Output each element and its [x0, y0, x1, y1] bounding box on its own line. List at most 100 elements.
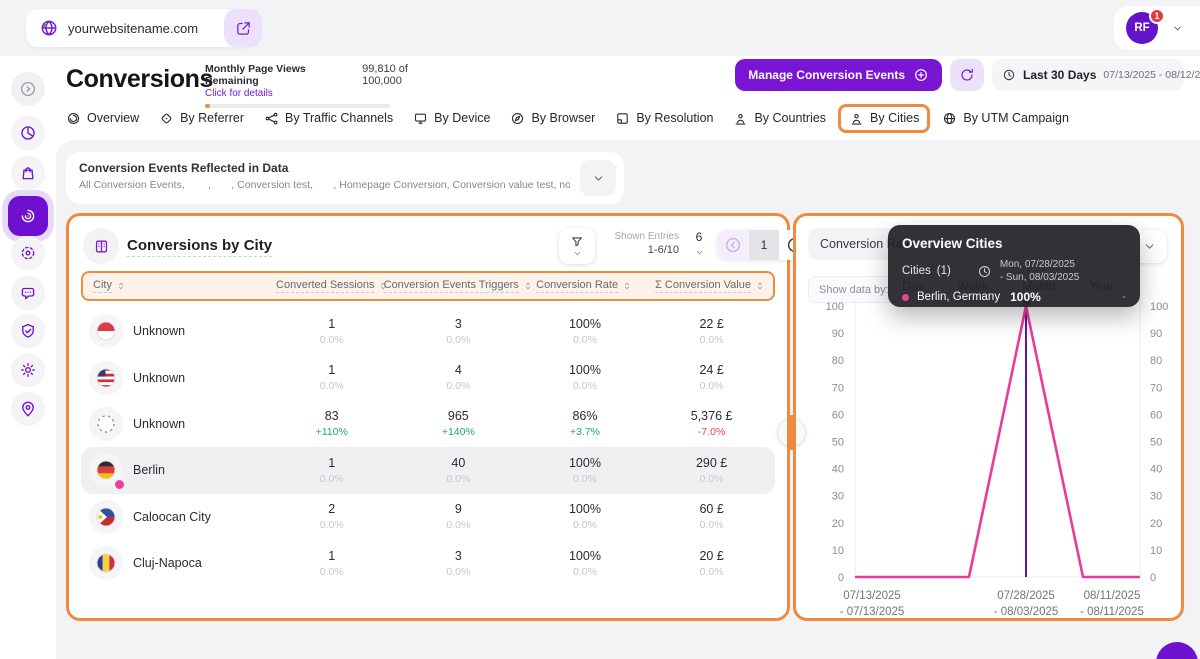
- table-filter-button[interactable]: [559, 228, 595, 264]
- metric-cell: 100%0.0%: [522, 549, 649, 578]
- cell-delta: 0.0%: [395, 380, 522, 392]
- metric-cell: 30.0%: [395, 317, 522, 346]
- svg-text:50: 50: [832, 437, 844, 449]
- city-name: Unknown: [133, 324, 185, 338]
- sidebar-item-settings-gear[interactable]: [11, 353, 45, 387]
- sort-icon: [116, 281, 126, 291]
- date-range-picker[interactable]: Last 30 Days 07/13/2025 - 08/12/2025: [992, 59, 1184, 91]
- events-bar-expand-button[interactable]: [580, 160, 616, 196]
- column-header--conversion-value[interactable]: Σ Conversion Value: [647, 279, 773, 293]
- quota-value: 99,810 of 100,000: [362, 63, 445, 87]
- tab-by-referrer[interactable]: By Referrer: [159, 111, 244, 126]
- shown-entries: Shown Entries 1-6/10: [603, 231, 679, 256]
- column-label: City: [93, 279, 112, 293]
- svg-text:10: 10: [832, 545, 844, 557]
- table-row-unknown[interactable]: Unknown10.0%30.0%100%0.0%22 £0.0%: [81, 308, 775, 354]
- metric-cell: 30.0%: [395, 549, 522, 578]
- table-row-cluj-napoca[interactable]: Cluj-Napoca10.0%30.0%100%0.0%20 £0.0%: [81, 540, 775, 586]
- open-website-button[interactable]: [224, 9, 262, 47]
- cell-delta: 0.0%: [648, 380, 775, 392]
- tooltip-group-count: (1): [937, 265, 951, 277]
- overview-icon: [66, 111, 81, 126]
- tab-by-cities[interactable]: By Cities: [838, 104, 930, 133]
- table-row-caloocan-city[interactable]: Caloocan City20.0%90.0%100%0.0%60 £0.0%: [81, 494, 775, 540]
- quota-label: Monthly Page Views Remaining: [205, 63, 352, 87]
- tabs-nav: Overview By Referrer By Traffic Channels By…: [66, 103, 1069, 133]
- cell-value: 100%: [522, 456, 649, 470]
- tab-by-device[interactable]: By Device: [413, 111, 490, 126]
- floating-action-button[interactable]: [1156, 642, 1198, 659]
- column-header-city[interactable]: City: [83, 279, 269, 293]
- manage-conversion-events-button[interactable]: Manage Conversion Events: [735, 59, 942, 91]
- clock-icon: [977, 264, 992, 279]
- sidebar-item-shopping-bag[interactable]: [11, 156, 45, 190]
- tab-label: By Resolution: [636, 111, 713, 125]
- target-icon: [19, 244, 37, 262]
- sidebar-item-target[interactable]: [11, 236, 45, 270]
- column-header-conversion-rate[interactable]: Conversion Rate: [521, 279, 647, 293]
- refresh-button[interactable]: [950, 59, 984, 91]
- notification-badge: 1: [1149, 8, 1165, 24]
- tooltip-date-range: Mon, 07/28/2025 - Sun, 08/03/2025: [1000, 258, 1080, 284]
- previous-page-button[interactable]: [717, 230, 749, 260]
- tab-by-resolution[interactable]: By Resolution: [615, 111, 713, 126]
- table-row-unknown[interactable]: Unknown83+110%965+140%86%+3.7%5,376 £-7.…: [81, 401, 775, 447]
- cell-value: 24 £: [648, 363, 775, 377]
- column-header-converted-sessions[interactable]: Converted Sessions: [269, 279, 395, 293]
- sort-icon: [755, 281, 765, 291]
- sidebar-item-collapse[interactable]: [11, 72, 45, 106]
- conversion-rate-chart[interactable]: 0010102020303040405050606070708080909010…: [796, 294, 1181, 621]
- cell-delta: +140%: [395, 426, 522, 438]
- location-pin-icon: [19, 400, 37, 418]
- tab-by-browser[interactable]: By Browser: [510, 111, 595, 126]
- series-color-dot: [902, 294, 909, 301]
- sidebar-item-shield-check[interactable]: [11, 314, 45, 348]
- utm-campaign-icon: [942, 111, 957, 126]
- sidebar-item-pie-chart[interactable]: [11, 116, 45, 150]
- tooltip-date-line1: Mon, 07/28/2025: [1000, 259, 1075, 270]
- table-body: Unknown10.0%30.0%100%0.0%22 £0.0%Unknown…: [81, 308, 775, 586]
- page-size-selector[interactable]: 6: [689, 230, 709, 262]
- table-row-berlin[interactable]: Berlin10.0%400.0%100%0.0%290 £0.0%: [81, 447, 775, 493]
- page-size-value: 6: [689, 230, 709, 244]
- cell-value: 86%: [522, 409, 649, 423]
- cell-delta: +110%: [268, 426, 395, 438]
- tab-by-traffic-channels[interactable]: By Traffic Channels: [264, 111, 393, 126]
- cell-value: 83: [268, 409, 395, 423]
- sidebar-item-conversions-spiral[interactable]: [8, 196, 48, 236]
- account-menu[interactable]: RF 1: [1114, 6, 1200, 50]
- tab-by-utm-campaign[interactable]: By UTM Campaign: [942, 111, 1069, 126]
- table-row-unknown[interactable]: Unknown10.0%40.0%100%0.0%24 £0.0%: [81, 354, 775, 400]
- cell-value: 3: [395, 549, 522, 563]
- external-link-icon: [235, 20, 252, 37]
- cell-delta: 0.0%: [268, 380, 395, 392]
- svg-text:20: 20: [1150, 518, 1162, 530]
- topbar: yourwebsitename.com RF 1: [0, 0, 1200, 56]
- events-bar-title: Conversion Events Reflected in Data: [79, 161, 288, 175]
- sidebar-item-chat-bubble[interactable]: [11, 276, 45, 310]
- content: Conversions Monthly Page Views Remaining…: [56, 56, 1200, 659]
- metric-cell: 10.0%: [268, 549, 395, 578]
- cell-value: 40: [395, 456, 522, 470]
- tab-by-countries[interactable]: By Countries: [733, 111, 826, 126]
- quota-details-link[interactable]: Click for details: [205, 88, 445, 99]
- cell-value: 100%: [522, 363, 649, 377]
- sidebar-item-location-pin[interactable]: [11, 392, 45, 426]
- tab-overview[interactable]: Overview: [66, 111, 139, 126]
- flag-chip: [89, 453, 123, 487]
- clock-icon: [1002, 68, 1016, 82]
- buildings-icon: [93, 238, 110, 255]
- refresh-icon: [959, 67, 975, 83]
- chevron-down-icon: [1143, 240, 1156, 253]
- cell-delta: 0.0%: [648, 519, 775, 531]
- shield-check-icon: [19, 322, 37, 340]
- website-selector[interactable]: yourwebsitename.com: [26, 9, 254, 47]
- avatar: RF 1: [1126, 12, 1158, 44]
- tab-label: By Device: [434, 111, 490, 125]
- tab-label: Overview: [87, 111, 139, 125]
- sidebar: [0, 56, 56, 659]
- avatar-initials: RF: [1134, 22, 1149, 34]
- cell-value: 1: [268, 456, 395, 470]
- column-header-conversion-events-triggers[interactable]: Conversion Events Triggers: [395, 279, 521, 293]
- collapse-icon: [19, 80, 37, 98]
